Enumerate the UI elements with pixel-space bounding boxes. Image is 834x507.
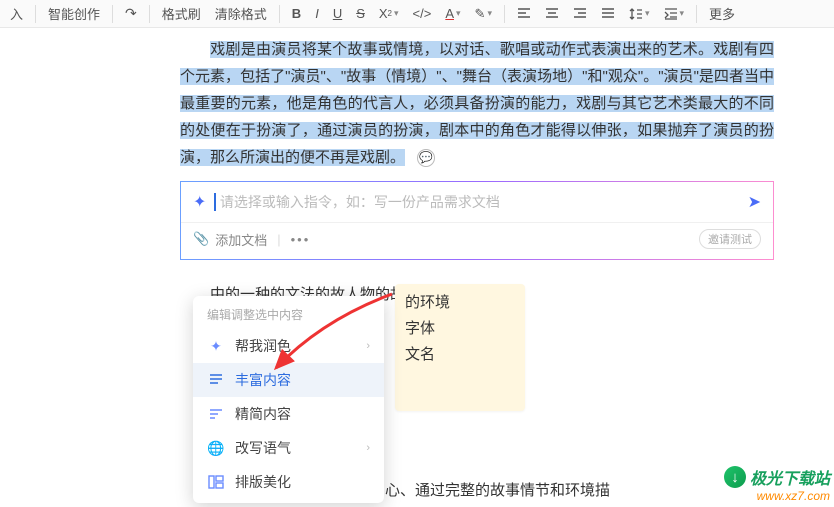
menu-label: 帮我润色 [235,336,291,356]
more-options[interactable]: ••• [291,232,311,247]
ai-command-input[interactable] [220,194,740,210]
toolbar-underline[interactable]: U [327,2,348,26]
toolbar-font-color[interactable]: A▾ [439,2,466,26]
menu-label: 排版美化 [235,472,291,492]
toolbar-highlight[interactable]: ✎▾ [469,2,498,26]
suggestion-item[interactable]: 字体 [405,316,515,342]
menu-label: 丰富内容 [235,370,291,390]
lines-collapse-icon [207,406,225,422]
chevron-right-icon: › [366,340,370,352]
invite-test-button[interactable]: 邀请测试 [699,229,761,249]
watermark: ↓ 极光下载站 www.xz7.com [724,465,830,503]
separator [696,5,697,23]
separator [504,5,505,23]
toolbar-align-left[interactable] [511,2,537,26]
toolbar-superscript[interactable]: X2▾ [373,2,405,26]
toolbar-format-painter[interactable]: 格式刷 [156,2,207,26]
toolbar-align-right[interactable] [567,2,593,26]
toolbar-code[interactable]: </> [407,2,438,26]
menu-item-enrich[interactable]: 丰富内容 [193,363,384,397]
document-body[interactable]: 戏剧是由演员将某个故事或情境，以对话、歌唱或动作式表演出来的艺术。戏剧有四个元素… [0,28,834,171]
toolbar-italic[interactable]: I [309,2,325,26]
toolbar-more[interactable]: 更多 [703,2,741,26]
redo-icon: ↷ [125,5,137,22]
ai-assistant-panel: ✦ ➤ 📎 添加文档 | ••• 邀请测试 [180,181,774,260]
watermark-url: www.xz7.com [724,489,830,503]
suggestion-panel: 的环境 字体 文名 [395,284,525,411]
toolbar-clear-format[interactable]: 清除格式 [209,2,273,26]
toolbar-line-spacing[interactable]: ▾ [623,2,656,26]
sparkle-icon: ✦ [207,338,225,355]
chevron-right-icon: › [366,442,370,454]
text-cursor [214,193,216,211]
menu-item-tone[interactable]: 🌐 改写语气 › [193,431,384,465]
separator [149,5,150,23]
separator [279,5,280,23]
globe-icon: 🌐 [207,440,225,457]
send-icon[interactable]: ➤ [748,192,761,212]
toolbar-align-justify[interactable] [595,2,621,26]
suggestion-item[interactable]: 的环境 [405,290,515,316]
toolbar-indent[interactable]: ▾ [658,2,691,26]
ai-actions-dropdown: 编辑调整选中内容 ✦ 帮我润色 › 丰富内容 精简内容 🌐 改写语气 › 排版美… [193,296,384,503]
toolbar-align-center[interactable] [539,2,565,26]
comment-icon[interactable]: 💬 [417,149,435,167]
watermark-icon: ↓ [724,466,746,488]
menu-item-simplify[interactable]: 精简内容 [193,397,384,431]
sparkle-icon: ✦ [193,192,206,212]
toolbar-redo[interactable]: ↷ [119,2,143,26]
menu-label: 改写语气 [235,438,291,458]
toolbar-strike[interactable]: S [350,2,371,26]
menu-item-layout[interactable]: 排版美化 [193,465,384,499]
separator [112,5,113,23]
highlight-icon: ✎ [475,6,486,22]
separator [35,5,36,23]
attach-label: 添加文档 [215,230,267,249]
toolbar-ai-create[interactable]: 智能创作 [42,2,106,26]
suggestion-item[interactable]: 文名 [405,342,515,368]
paperclip-icon: 📎 [193,231,209,247]
toolbar-bold[interactable]: B [286,2,307,26]
dropdown-header: 编辑调整选中内容 [193,302,384,329]
toolbar-insert[interactable]: 入 [4,2,29,26]
selected-text[interactable]: 戏剧是由演员将某个故事或情境，以对话、歌唱或动作式表演出来的艺术。戏剧有四个元素… [180,41,774,166]
lines-expand-icon [207,372,225,388]
watermark-name: 极光下载站 [750,465,830,489]
menu-item-polish[interactable]: ✦ 帮我润色 › [193,329,384,363]
menu-label: 精简内容 [235,404,291,424]
layout-icon [207,474,225,490]
attach-document[interactable]: 📎 添加文档 [193,230,267,249]
